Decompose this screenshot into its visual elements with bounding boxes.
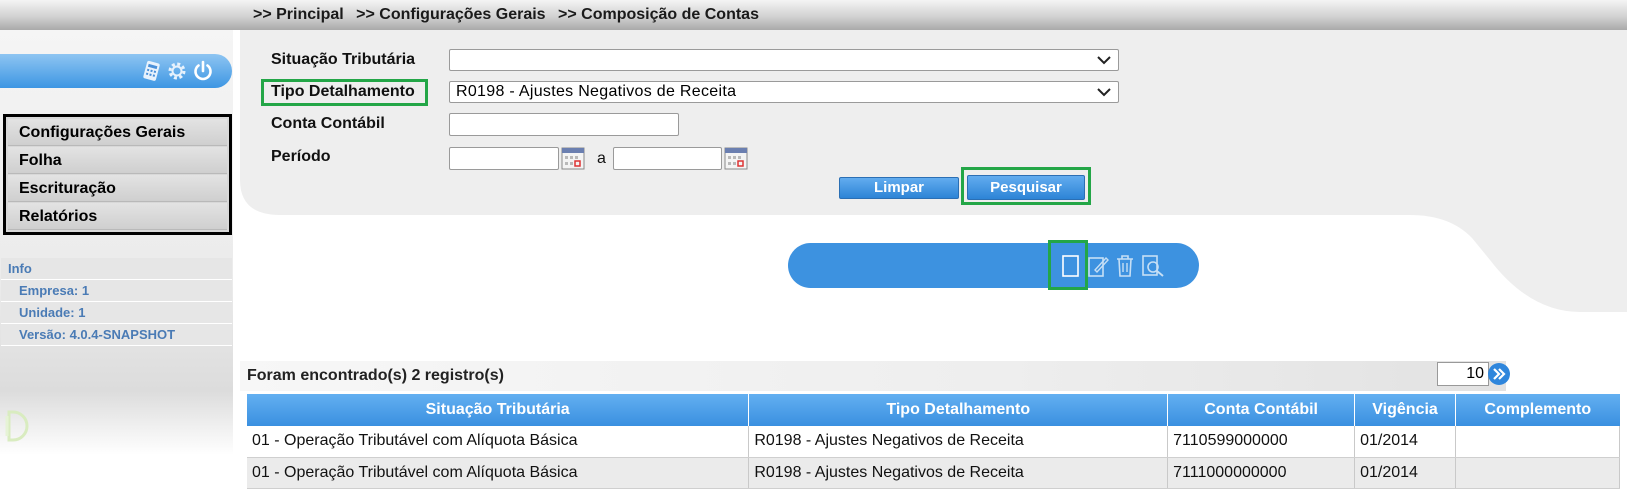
periodo-to-input[interactable] bbox=[613, 147, 722, 170]
periodo-separator: a bbox=[597, 150, 606, 167]
info-empresa: Empresa: 1 bbox=[1, 280, 232, 302]
page-size-input[interactable]: 10 bbox=[1437, 362, 1489, 386]
periodo-label: Período bbox=[271, 148, 331, 165]
calendar-icon[interactable] bbox=[561, 146, 585, 170]
sidebar-toolbar bbox=[0, 54, 232, 88]
column-header[interactable]: Conta Contábil bbox=[1167, 394, 1356, 426]
breadcrumb-principal[interactable]: >> Principal bbox=[253, 6, 344, 23]
sidebar bbox=[0, 30, 233, 455]
table-header-row: Situação Tributária Tipo Detalhamento Co… bbox=[247, 394, 1620, 426]
info-unidade: Unidade: 1 bbox=[1, 302, 232, 324]
conta-input[interactable] bbox=[449, 113, 679, 136]
chevron-down-icon bbox=[1097, 88, 1111, 97]
info-versao: Versão: 4.0.4-SNAPSHOT bbox=[1, 324, 232, 346]
table-row[interactable]: 01 - Operação Tributável com Alíquota Bá… bbox=[247, 457, 1620, 489]
column-header[interactable]: Complemento bbox=[1455, 394, 1620, 426]
menu-configuracoes-gerais[interactable]: Configurações Gerais bbox=[8, 119, 227, 146]
delete-icon[interactable] bbox=[1113, 254, 1137, 278]
power-icon[interactable] bbox=[192, 60, 214, 82]
conta-label: Conta Contábil bbox=[271, 115, 385, 132]
table-cell: 01/2014 bbox=[1354, 457, 1457, 489]
table-cell: R0198 - Ajustes Negativos de Receita bbox=[748, 457, 1169, 489]
limpar-button[interactable]: Limpar bbox=[839, 177, 959, 199]
table-cell: 01/2014 bbox=[1354, 426, 1457, 458]
table-cell: 01 - Operação Tributável com Alíquota Bá… bbox=[247, 457, 750, 489]
table-cell: 7110599000000 bbox=[1167, 426, 1356, 458]
menu-escrituracao[interactable]: Escrituração bbox=[8, 175, 227, 202]
new-document-icon[interactable] bbox=[1059, 254, 1083, 278]
table-cell: 7111000000000 bbox=[1167, 457, 1356, 489]
tipo-label: Tipo Detalhamento bbox=[271, 83, 415, 100]
chevron-down-icon bbox=[1097, 56, 1111, 65]
breadcrumb-composicao: >> Composição de Contas bbox=[558, 6, 759, 23]
column-header[interactable]: Vigência bbox=[1354, 394, 1457, 426]
pesquisar-button[interactable]: Pesquisar bbox=[967, 175, 1085, 200]
edit-icon[interactable] bbox=[1086, 254, 1110, 278]
search-document-icon[interactable] bbox=[1141, 254, 1165, 278]
action-bar bbox=[788, 243, 1199, 288]
table-cell bbox=[1455, 426, 1620, 458]
column-header[interactable]: Situação Tributária bbox=[247, 394, 750, 426]
table-cell bbox=[1455, 457, 1620, 489]
logo-icon bbox=[5, 410, 29, 442]
breadcrumb-configuracoes[interactable]: >> Configurações Gerais bbox=[356, 6, 545, 23]
result-summary: Foram encontrado(s) 2 registro(s) bbox=[247, 367, 504, 384]
results-table: Situação Tributária Tipo Detalhamento Co… bbox=[247, 394, 1620, 489]
table-cell: 01 - Operação Tributável com Alíquota Bá… bbox=[247, 426, 750, 458]
situacao-label: Situação Tributária bbox=[271, 51, 416, 68]
situacao-select[interactable] bbox=[449, 49, 1119, 71]
tipo-select[interactable]: R0198 - Ajustes Negativos de Receita bbox=[449, 81, 1119, 103]
gear-icon[interactable] bbox=[166, 60, 188, 82]
main-menu: Configurações Gerais Folha Escrituração … bbox=[3, 114, 232, 235]
menu-relatorios[interactable]: Relatórios bbox=[8, 203, 227, 230]
column-header[interactable]: Tipo Detalhamento bbox=[748, 394, 1169, 426]
tipo-select-value: R0198 - Ajustes Negativos de Receita bbox=[456, 83, 737, 100]
breadcrumb: >> Principal >> Configurações Gerais >> … bbox=[253, 6, 767, 24]
calendar-icon[interactable] bbox=[724, 146, 748, 170]
periodo-from-input[interactable] bbox=[449, 147, 559, 170]
info-panel: Info Empresa: 1 Unidade: 1 Versão: 4.0.4… bbox=[1, 258, 232, 346]
info-title: Info bbox=[1, 258, 232, 280]
double-chevron-right-icon[interactable] bbox=[1488, 362, 1510, 386]
table-cell: R0198 - Ajustes Negativos de Receita bbox=[748, 426, 1169, 458]
calculator-icon[interactable] bbox=[142, 60, 162, 82]
menu-folha[interactable]: Folha bbox=[8, 147, 227, 174]
table-row[interactable]: 01 - Operação Tributável com Alíquota Bá… bbox=[247, 426, 1620, 458]
top-bar: >> Principal >> Configurações Gerais >> … bbox=[0, 0, 1627, 30]
